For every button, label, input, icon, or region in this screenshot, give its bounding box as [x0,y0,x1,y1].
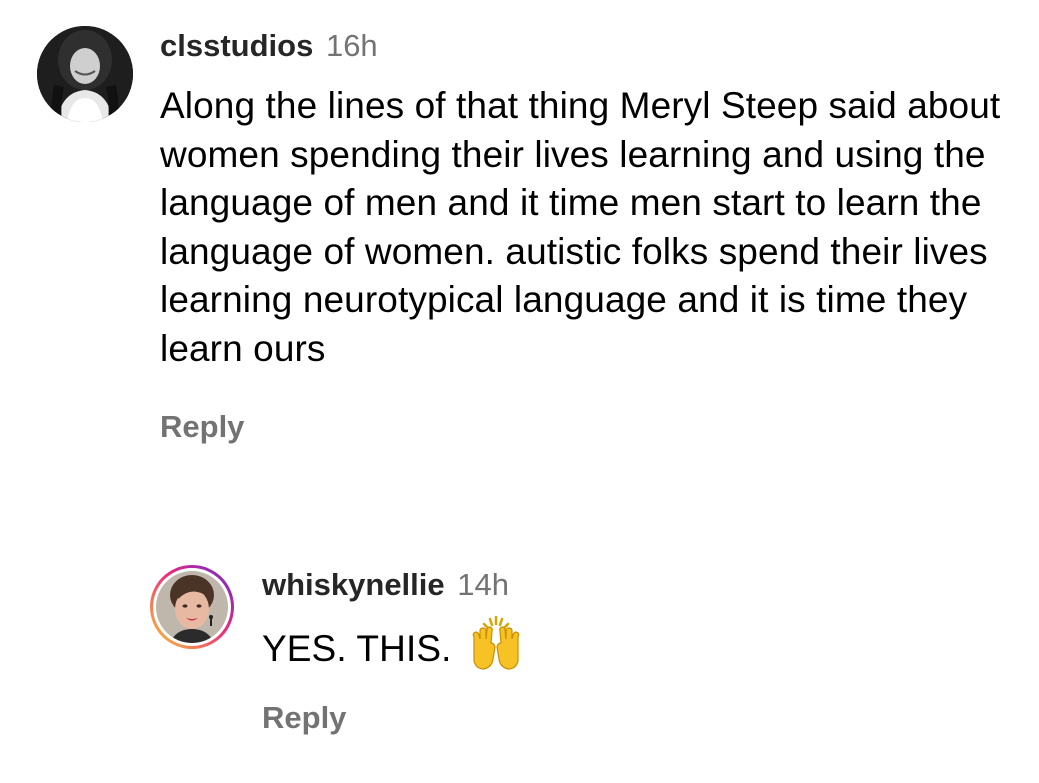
comment-text-content: YES. THIS. [262,628,452,669]
username-link[interactable]: clsstudios [160,28,313,63]
profile-photo-icon [37,26,133,122]
comment-text: Along the lines of that thing Meryl Stee… [160,85,1001,369]
avatar [156,571,228,643]
profile-photo-icon [156,571,228,643]
username-link[interactable]: whiskynellie [262,567,445,602]
reply-button[interactable]: Reply [262,700,346,736]
timestamp: 16h [325,28,378,63]
comment-body: whiskynellie 14h YES. THIS. Reply [262,565,1002,736]
avatar-with-story-ring[interactable] [150,565,234,649]
reply-button[interactable]: Reply [160,409,244,445]
story-ring-gap [153,568,231,646]
raising-hands-emoji-icon [468,615,524,671]
comment-text: YES. THIS. [262,615,1002,674]
timestamp: 14h [457,567,509,602]
comment-meta: clsstudios 16h [160,26,1020,66]
avatar[interactable] [37,26,133,122]
comment-meta: whiskynellie 14h [262,565,1002,605]
comment-body: clsstudios 16h Along the lines of that t… [160,26,1020,445]
